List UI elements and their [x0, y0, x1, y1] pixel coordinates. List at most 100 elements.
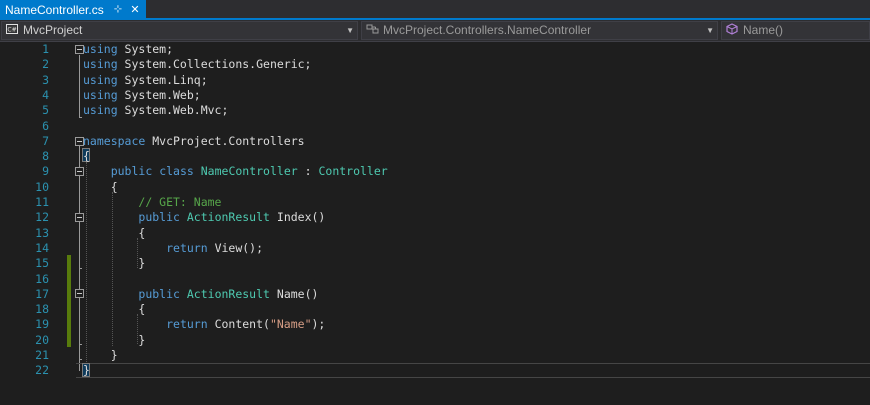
line-number: 20	[35, 332, 49, 347]
code-line[interactable]: 11 // GET: Name	[0, 195, 870, 210]
code-text: public ActionResult Name()	[83, 287, 318, 302]
code-line[interactable]: 3 using System.Linq;	[0, 73, 870, 88]
code-line[interactable]: 12 public ActionResult Index()	[0, 210, 870, 225]
code-text: using System.Collections.Generic;	[83, 57, 312, 72]
project-label: MvcProject	[23, 23, 83, 37]
chevron-down-icon: ▼	[706, 26, 714, 35]
code-line[interactable]: 20 }	[0, 333, 870, 348]
chevron-down-icon: ▼	[346, 26, 354, 35]
pin-icon[interactable]: ⊹	[111, 0, 125, 20]
code-line[interactable]: 6	[0, 119, 870, 134]
code-line[interactable]: 1 using System;	[0, 42, 870, 57]
code-line[interactable]: 9 public class NameController : Controll…	[0, 164, 870, 179]
class-icon	[365, 23, 379, 38]
project-dropdown[interactable]: C# MvcProject ▼	[1, 21, 358, 40]
code-text: using System.Web.Mvc;	[83, 103, 228, 118]
line-number: 12	[35, 210, 49, 225]
navigation-bar: C# MvcProject ▼ MvcProject.Controllers.N…	[0, 20, 870, 42]
code-token: using	[83, 42, 118, 56]
tab-namecontroller[interactable]: NameController.cs ⊹ ✕	[0, 0, 146, 20]
code-token: System.Web;	[117, 87, 201, 102]
code-token: using	[83, 57, 118, 72]
line-number: 16	[35, 271, 49, 286]
code-line[interactable]: 17 public ActionResult Name()	[0, 287, 870, 302]
line-number: 11	[35, 195, 49, 209]
code-text: using System.Web;	[83, 88, 201, 103]
class-dropdown[interactable]: MvcProject.Controllers.NameController ▼	[361, 21, 718, 40]
code-line[interactable]: 8{	[0, 149, 870, 164]
line-number: 19	[35, 317, 49, 332]
code-token: using	[83, 72, 118, 87]
code-line[interactable]: 14 return View();	[0, 241, 870, 256]
code-line[interactable]: 21 }	[0, 348, 870, 363]
code-line[interactable]: 2 using System.Collections.Generic;	[0, 57, 870, 72]
code-token: NameController	[200, 164, 298, 179]
line-number: 9	[42, 164, 49, 179]
document-tab-strip: NameController.cs ⊹ ✕	[0, 0, 870, 20]
code-token: class	[159, 164, 194, 179]
code-editor[interactable]: 1 using System; 2 using System.Collections.…	[0, 42, 870, 405]
code-line[interactable]: 7 namespace MvcProject.Controllers	[0, 134, 870, 149]
tab-title: NameController.cs	[5, 3, 104, 17]
code-text: {	[83, 180, 118, 195]
line-number: 21	[35, 348, 49, 362]
line-number: 1	[42, 42, 49, 56]
code-line[interactable]: 10 {	[0, 180, 870, 195]
code-text: {	[83, 226, 145, 241]
code-line[interactable]: 19 return Content("Name");	[0, 317, 870, 332]
line-number: 4	[42, 87, 49, 102]
code-line[interactable]: 4 using System.Web;	[0, 88, 870, 103]
code-token: :	[297, 164, 319, 179]
code-token: {	[83, 149, 90, 164]
code-text: {	[83, 302, 145, 317]
code-text: public ActionResult Index()	[83, 210, 325, 225]
code-text: }	[83, 256, 145, 271]
line-number: 7	[42, 133, 49, 148]
code-line[interactable]: 16	[0, 272, 870, 287]
code-text: return Content("Name");	[83, 317, 325, 332]
code-line[interactable]: 22}	[0, 363, 870, 378]
code-token: MvcProject.Controllers	[145, 133, 305, 148]
code-text: }	[83, 348, 118, 363]
close-icon[interactable]: ✕	[128, 0, 142, 20]
code-token: }	[138, 256, 146, 271]
member-dropdown[interactable]: Name()	[721, 21, 870, 40]
code-text: using System.Linq;	[83, 73, 208, 88]
line-number: 2	[42, 57, 49, 72]
code-line[interactable]: 5 using System.Web.Mvc;	[0, 103, 870, 118]
code-token: Content(	[207, 317, 270, 332]
line-number: 8	[42, 149, 49, 164]
code-text: }	[83, 363, 90, 378]
code-text: {	[83, 149, 90, 164]
code-token: {	[110, 179, 118, 194]
code-token: System.Web.Mvc;	[117, 103, 229, 118]
code-token: View();	[207, 240, 264, 255]
code-token: using	[83, 87, 118, 102]
member-label: Name()	[743, 23, 784, 37]
code-token: Index()	[269, 210, 326, 225]
code-token: Controller	[318, 164, 388, 179]
code-token: System.Linq;	[117, 72, 208, 87]
line-number: 13	[35, 225, 49, 240]
code-line[interactable]: 13 {	[0, 226, 870, 241]
code-line[interactable]: 15 }	[0, 256, 870, 271]
method-icon	[725, 23, 739, 38]
class-label: MvcProject.Controllers.NameController	[383, 23, 592, 37]
line-number: 14	[35, 240, 49, 255]
code-token: System;	[117, 42, 174, 56]
code-token: ActionResult	[186, 286, 270, 301]
code-line[interactable]: 18 {	[0, 302, 870, 317]
code-token: "Name"	[269, 317, 312, 332]
code-text: namespace MvcProject.Controllers	[83, 134, 305, 149]
code-token: );	[311, 317, 326, 332]
code-token: public	[138, 286, 180, 301]
